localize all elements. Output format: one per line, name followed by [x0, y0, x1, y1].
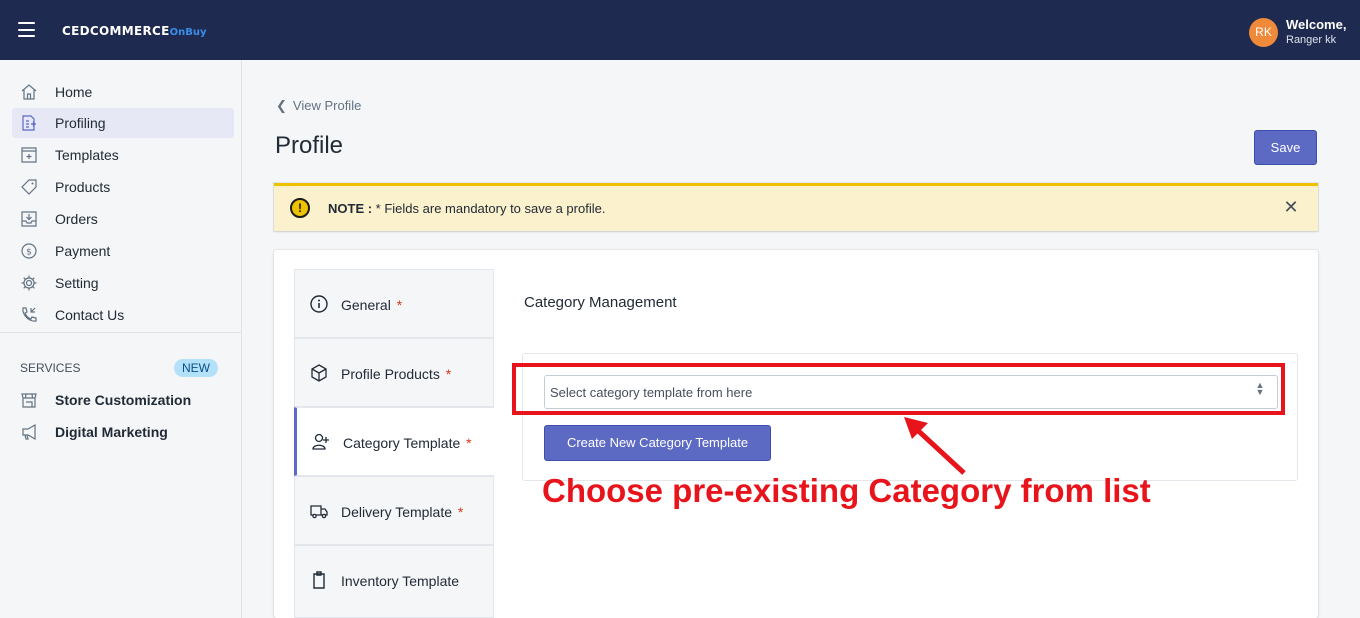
user-add-icon	[312, 433, 329, 450]
sidebar-item-label: Digital Marketing	[55, 424, 168, 440]
store-icon	[21, 393, 37, 408]
sidebar-item-label: Setting	[55, 275, 99, 291]
home-icon	[21, 84, 37, 100]
tag-icon	[21, 179, 37, 195]
sidebar-divider	[0, 332, 241, 333]
tab-delivery-template[interactable]: Delivery Template *	[294, 476, 494, 545]
chevron-left-icon: ❮	[276, 98, 287, 113]
tab-general[interactable]: General *	[294, 269, 494, 338]
tab-label: Delivery Template *	[341, 504, 464, 520]
sidebar-item-label: Products	[55, 179, 111, 195]
dollar-icon: $	[21, 243, 37, 259]
megaphone-icon	[22, 423, 36, 441]
orders-icon	[21, 211, 37, 227]
annotation-text: Choose pre-existing Category from list	[542, 472, 1151, 509]
info-icon	[310, 295, 328, 313]
sidebar-item-digital-marketing[interactable]: Digital Marketing	[12, 417, 234, 447]
sidebar-item-orders[interactable]: Orders	[12, 204, 234, 234]
templates-icon	[21, 147, 37, 163]
username[interactable]: Ranger kk	[1286, 34, 1336, 46]
breadcrumb-label: View Profile	[292, 98, 362, 113]
warning-icon: !	[290, 198, 310, 218]
tab-inventory-template[interactable]: Inventory Template	[294, 545, 494, 618]
sidebar-item-label: Templates	[55, 147, 119, 163]
sidebar-item-label: Contact Us	[55, 307, 125, 323]
banner-text: NOTE : * Fields are mandatory to save a …	[328, 201, 605, 216]
banner-label: NOTE :	[328, 201, 373, 216]
breadcrumb[interactable]: ❮ View Profile	[276, 98, 361, 114]
save-button[interactable]: Save	[1254, 130, 1317, 165]
sidebar-item-setting[interactable]: Setting	[12, 268, 234, 298]
brand-suffix: OnBuy	[169, 27, 207, 38]
sidebar-item-home[interactable]: Home	[12, 77, 234, 107]
tab-label: Inventory Template	[341, 573, 460, 589]
sidebar-item-products[interactable]: Products	[12, 172, 234, 202]
sidebar: Home Profiling Templates Products Orders…	[0, 60, 242, 618]
annotation-highlight-box	[512, 363, 1285, 415]
new-badge: NEW	[174, 359, 218, 377]
clipboard-icon	[313, 571, 325, 589]
services-heading: SERVICES	[20, 361, 81, 375]
tab-category-template[interactable]: Category Template *	[294, 407, 494, 476]
gear-icon	[21, 275, 37, 291]
box-icon	[311, 364, 327, 382]
brand-name: CEDCOMMERCE	[62, 24, 170, 38]
note-banner: ! NOTE : * Fields are mandatory to save …	[274, 183, 1318, 231]
tab-profile-products[interactable]: Profile Products *	[294, 338, 494, 407]
welcome-text: Welcome,	[1286, 17, 1347, 32]
close-icon[interactable]: ✕	[1282, 198, 1300, 216]
profile-tabs: General * Profile Products * Category Te…	[294, 269, 494, 618]
sidebar-item-store-customization[interactable]: Store Customization	[12, 385, 234, 415]
truck-icon	[310, 505, 328, 519]
page-title: Profile	[275, 132, 344, 159]
create-category-template-button[interactable]: Create New Category Template	[544, 425, 771, 461]
tab-label: Profile Products *	[341, 366, 452, 382]
sidebar-item-label: Store Customization	[55, 392, 192, 408]
sidebar-item-templates[interactable]: Templates	[12, 140, 234, 170]
phone-icon	[22, 307, 37, 322]
banner-message: * Fields are mandatory to save a profile…	[372, 201, 606, 216]
sidebar-item-label: Profiling	[55, 115, 106, 131]
brand-logo[interactable]: CEDCOMMERCEOnBuy	[62, 24, 207, 38]
sidebar-item-label: Orders	[55, 211, 98, 227]
top-bar: CEDCOMMERCEOnBuy RK Welcome, Ranger kk	[0, 0, 1360, 60]
sidebar-item-label: Home	[55, 84, 93, 100]
profiling-icon	[22, 115, 36, 131]
sidebar-item-label: Payment	[55, 243, 111, 259]
sidebar-item-payment[interactable]: $ Payment	[12, 236, 234, 266]
svg-text:$: $	[26, 248, 32, 258]
user-avatar[interactable]: RK	[1249, 18, 1278, 47]
annotation-arrow-icon	[904, 417, 966, 475]
sidebar-item-contact-us[interactable]: Contact Us	[12, 300, 234, 330]
tab-label: General *	[341, 297, 403, 313]
hamburger-menu-icon[interactable]	[18, 22, 35, 37]
sidebar-item-profiling[interactable]: Profiling	[12, 108, 234, 138]
tab-label: Category Template *	[343, 435, 472, 451]
section-title: Category Management	[524, 294, 677, 311]
